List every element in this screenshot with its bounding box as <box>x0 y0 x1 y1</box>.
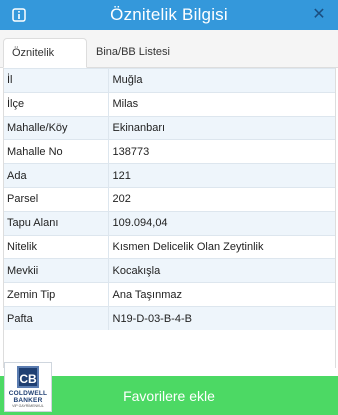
row-value: Kısmen Delicelik Olan Zeytinlik <box>108 234 335 259</box>
close-button[interactable]: ✕ <box>310 5 328 25</box>
row-value: 109.094,04 <box>108 210 335 236</box>
attribute-table: İl Muğla İlçe Milas Mahalle/Köy Ekinanba… <box>3 68 336 368</box>
row-value: Ekinanbarı <box>108 115 335 140</box>
row-key: Zemin Tip <box>4 282 109 307</box>
row-value: Muğla <box>108 68 335 93</box>
tab-oznitelik-bilgisi[interactable]: Öznitelik Bilgisi <box>3 38 87 88</box>
row-value: Kocakışla <box>108 258 335 283</box>
logo-mark: CB <box>17 366 39 388</box>
page-title: Öznitelik Bilgisi <box>110 5 228 24</box>
row-value: Ana Taşınmaz <box>108 282 335 307</box>
row-key: Parsel <box>4 186 109 212</box>
row-key: Mahalle/Köy <box>4 115 109 140</box>
table-row: İlçe Milas <box>4 91 335 117</box>
table-row: Zemin Tip Ana Taşınmaz <box>4 282 335 307</box>
logo-text-line1: COLDWELL <box>8 390 48 397</box>
table-row: Mahalle/Köy Ekinanbarı <box>4 115 335 140</box>
row-key: Pafta <box>4 305 109 331</box>
row-value: Milas <box>108 91 335 117</box>
row-key: Ada <box>4 163 109 188</box>
row-key: Tapu Alanı <box>4 210 109 236</box>
row-key: Nitelik <box>4 234 109 259</box>
tab-bina-bb-listesi[interactable]: Bina/BB Listesi <box>88 38 178 68</box>
logo-text-line3: VIP GAYRİMENKUL <box>12 404 44 408</box>
table-row: Parsel 202 <box>4 186 335 212</box>
table-row: Ada 121 <box>4 163 335 188</box>
row-value: N19-D-03-B-4-B <box>108 305 335 331</box>
row-key: İl <box>4 68 109 93</box>
row-value: 202 <box>108 186 335 212</box>
table-row: Mahalle No 138773 <box>4 139 335 164</box>
table-row: İl Muğla <box>4 68 335 93</box>
table-row: Mevkii Kocakışla <box>4 258 335 283</box>
table-row: Pafta N19-D-03-B-4-B <box>4 305 335 331</box>
table-row: Nitelik Kısmen Delicelik Olan Zeytinlik <box>4 234 335 259</box>
tab-bar: Öznitelik Bilgisi Bina/BB Listesi <box>0 30 338 88</box>
row-key: Mevkii <box>4 258 109 283</box>
logo-text-line2: BANKER <box>13 397 43 404</box>
info-icon <box>12 8 26 22</box>
row-key: Mahalle No <box>4 139 109 164</box>
title-bar: Öznitelik Bilgisi ✕ <box>0 0 338 30</box>
row-key: İlçe <box>4 91 109 117</box>
row-value: 121 <box>108 163 335 188</box>
table-row: Tapu Alanı 109.094,04 <box>4 210 335 236</box>
add-to-favorites-label: Favorilere ekle <box>123 387 215 404</box>
coldwell-banker-logo: CB COLDWELL BANKER VIP GAYRİMENKUL <box>4 362 52 412</box>
row-value: 138773 <box>108 139 335 164</box>
